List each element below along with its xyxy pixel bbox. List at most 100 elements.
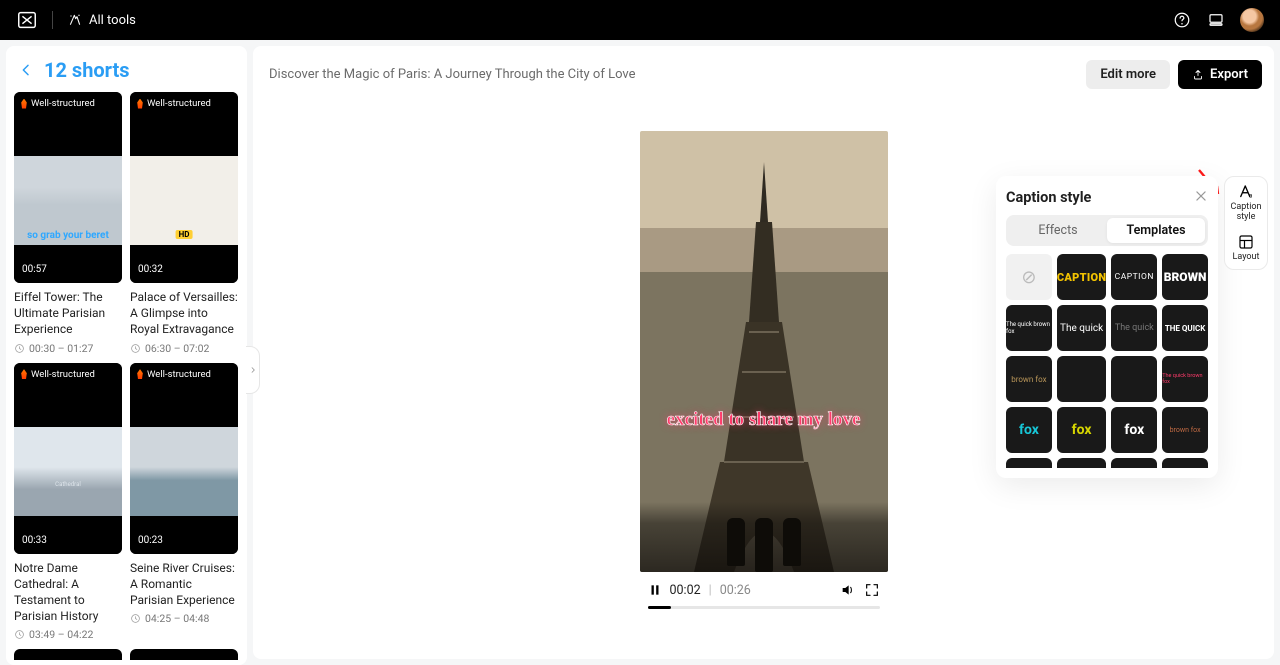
caption-style-panel: Caption style Effects Templates ⊘ CAPTION… xyxy=(996,176,1218,478)
templates-grid: ⊘ CAPTION CAPTION BROWN The quick brown fox T… xyxy=(1006,254,1208,468)
caption-template[interactable]: The quick brown fox xyxy=(1162,356,1208,402)
panel-title: Caption style xyxy=(1006,189,1091,206)
template-label: brown fox xyxy=(1170,426,1201,434)
short-title: Palace of Versailles: A Glimpse into Roy… xyxy=(130,289,238,338)
template-label: The quick xyxy=(1060,323,1103,334)
caption-template[interactable]: CAPTION xyxy=(1111,254,1157,300)
caption-template[interactable]: THE QUICK xyxy=(1162,305,1208,351)
short-card[interactable]: Well-structured so grab your beret 00:57… xyxy=(14,92,122,355)
caption-template[interactable]: ⊘ xyxy=(1006,254,1052,300)
export-button[interactable]: Export xyxy=(1178,60,1262,89)
pause-button[interactable] xyxy=(648,583,662,597)
time-range: 03:49 – 04:22 xyxy=(29,628,93,641)
user-avatar[interactable] xyxy=(1240,8,1264,32)
template-label: The quick xyxy=(1115,323,1154,333)
collapse-sidebar-handle[interactable] xyxy=(246,346,260,394)
panel-tabs: Effects Templates xyxy=(1006,215,1208,246)
short-card[interactable]: Well-structured Cathedral 00:33 Notre Da… xyxy=(14,363,122,642)
time-total: 00:26 xyxy=(720,583,751,598)
time-current: 00:02 xyxy=(670,583,701,598)
caption-template[interactable]: CAPTION xyxy=(1057,254,1107,300)
app-logo[interactable] xyxy=(16,9,38,31)
time-range: 04:25 – 04:48 xyxy=(145,612,209,625)
caption-template[interactable] xyxy=(1057,356,1107,402)
template-label: CAPTION xyxy=(1115,272,1154,282)
caption-template[interactable]: The quick xyxy=(1111,305,1157,351)
short-card[interactable]: Well-structured 00:23 Seine River Cruise… xyxy=(130,363,238,642)
template-label: The quick brown fox xyxy=(1162,373,1208,385)
fullscreen-button[interactable] xyxy=(864,582,880,598)
overlay-tag: HD xyxy=(176,230,193,239)
tool-layout[interactable]: Layout xyxy=(1233,233,1260,263)
layout-icon xyxy=(1237,233,1255,251)
caption-template[interactable]: fox xyxy=(1111,407,1157,453)
tool-caption-style[interactable]: a Caption style xyxy=(1225,183,1267,223)
short-title: Notre Dame Cathedral: A Testament to Par… xyxy=(14,560,122,625)
short-card[interactable] xyxy=(130,649,238,660)
export-label: Export xyxy=(1210,67,1248,82)
shorts-sidebar: 12 shorts Well-structured so grab your b… xyxy=(6,46,247,665)
caption-template[interactable]: brown fox xyxy=(1006,356,1052,402)
caption-template[interactable]: The quick brown fox xyxy=(1006,305,1052,351)
all-tools-label: All tools xyxy=(89,13,136,28)
duration-label: 00:33 xyxy=(22,535,47,546)
edit-more-label: Edit more xyxy=(1100,67,1156,82)
badge-label: Well-structured xyxy=(31,98,95,109)
tool-label: Layout xyxy=(1233,253,1260,263)
duration-label: 00:23 xyxy=(138,535,163,546)
duration-label: 00:32 xyxy=(138,264,163,275)
dashboard-icon[interactable] xyxy=(1206,10,1226,30)
divider xyxy=(52,11,53,29)
caption-template[interactable]: fox xyxy=(1006,407,1052,453)
template-label: fox xyxy=(1019,422,1039,438)
overlay-caption: Cathedral xyxy=(14,481,122,488)
clock-icon xyxy=(130,613,141,624)
fire-icon xyxy=(20,99,28,109)
template-label: CAPTION xyxy=(1057,271,1107,284)
tab-effects[interactable]: Effects xyxy=(1009,218,1107,243)
fire-icon xyxy=(136,369,144,379)
badge-label: Well-structured xyxy=(31,369,95,380)
clock-icon xyxy=(14,629,25,640)
short-title: Eiffel Tower: The Ultimate Parisian Expe… xyxy=(14,289,122,338)
volume-button[interactable] xyxy=(840,582,856,598)
template-label: fox xyxy=(1072,422,1092,438)
canvas-panel: Discover the Magic of Paris: A Journey T… xyxy=(253,46,1274,659)
edit-more-button[interactable]: Edit more xyxy=(1086,60,1170,89)
caption-template[interactable] xyxy=(1111,356,1157,402)
caption-template[interactable]: BROWN xyxy=(1162,254,1208,300)
tool-label: Caption style xyxy=(1225,203,1267,223)
right-tool-dock: a Caption style Layout xyxy=(1224,176,1268,270)
time-separator: | xyxy=(709,583,712,598)
duration-label: 00:57 xyxy=(22,264,47,275)
short-card[interactable]: Well-structured HD 00:32 Palace of Versa… xyxy=(130,92,238,355)
time-range: 06:30 – 07:02 xyxy=(145,342,209,355)
all-tools-button[interactable]: All tools xyxy=(67,12,136,28)
video-preview[interactable]: excited to share my love 00:02 | 00:26 xyxy=(640,131,888,609)
caption-template[interactable]: brown fox xyxy=(1162,407,1208,453)
caption-template[interactable] xyxy=(1111,458,1157,468)
back-arrow-icon[interactable] xyxy=(18,62,34,78)
clock-icon xyxy=(130,343,141,354)
short-card[interactable] xyxy=(14,649,122,660)
caption-template[interactable]: fox xyxy=(1057,407,1107,453)
template-label: fox xyxy=(1124,422,1144,438)
time-range: 00:30 – 01:27 xyxy=(29,342,93,355)
badge-label: Well-structured xyxy=(147,98,211,109)
close-icon[interactable] xyxy=(1194,188,1208,207)
caption-template[interactable] xyxy=(1162,458,1208,468)
overlay-caption: so grab your beret xyxy=(14,230,122,241)
caption-template[interactable] xyxy=(1057,458,1107,468)
tab-templates[interactable]: Templates xyxy=(1107,218,1205,243)
help-icon[interactable] xyxy=(1172,10,1192,30)
progress-bar[interactable] xyxy=(648,606,880,609)
caption-template[interactable]: The quick xyxy=(1057,305,1107,351)
export-icon xyxy=(1192,69,1204,81)
topbar: All tools xyxy=(0,0,1280,40)
player-bar: 00:02 | 00:26 xyxy=(640,574,888,606)
template-label: BROWN xyxy=(1164,270,1207,284)
template-label: The quick brown fox xyxy=(1006,321,1052,335)
project-title: Discover the Magic of Paris: A Journey T… xyxy=(269,67,636,82)
caption-template[interactable] xyxy=(1006,458,1052,468)
clock-icon xyxy=(14,343,25,354)
